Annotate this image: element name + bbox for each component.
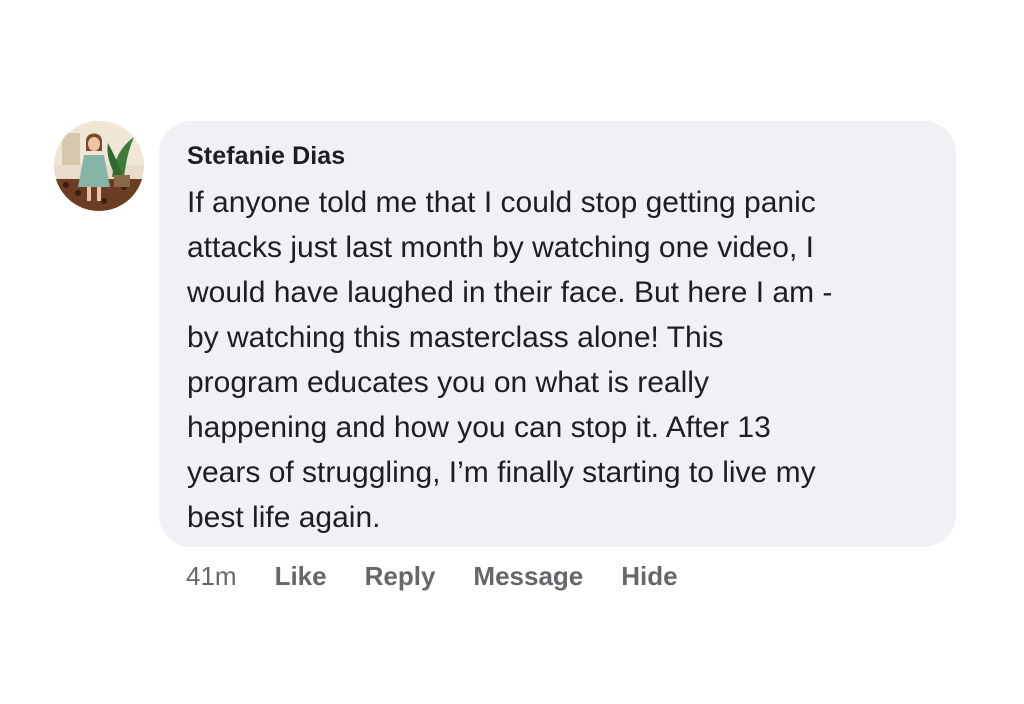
comment-line: would have laughed in their face. But he… — [187, 276, 833, 309]
hide-button[interactable]: Hide — [621, 561, 677, 592]
comment-line: years of struggling, I’m finally startin… — [187, 456, 816, 489]
comment-timestamp[interactable]: 41m — [186, 561, 237, 592]
comment-author[interactable]: Stefanie Dias — [187, 140, 930, 172]
comment-bubble: Stefanie Dias If anyone told me that I c… — [159, 121, 956, 547]
page: Stefanie Dias If anyone told me that I c… — [0, 0, 1024, 704]
reply-button[interactable]: Reply — [365, 561, 436, 592]
comment-text: If anyone told me that I could stop gett… — [187, 180, 932, 540]
comment-actions: 41m Like Reply Message Hide — [186, 561, 716, 592]
comment-line: best life again. — [187, 501, 381, 534]
like-button[interactable]: Like — [275, 561, 327, 592]
avatar[interactable] — [54, 121, 144, 211]
comment-line: attacks just last month by watching one … — [187, 231, 814, 264]
comment-line: by watching this masterclass alone! This — [187, 321, 724, 354]
profile-photo-icon — [54, 121, 144, 211]
comment-line: If anyone told me that I could stop gett… — [187, 186, 816, 219]
message-button[interactable]: Message — [473, 561, 583, 592]
comment-line: happening and how you can stop it. After… — [187, 411, 771, 444]
comment-line: program educates you on what is really — [187, 366, 709, 399]
